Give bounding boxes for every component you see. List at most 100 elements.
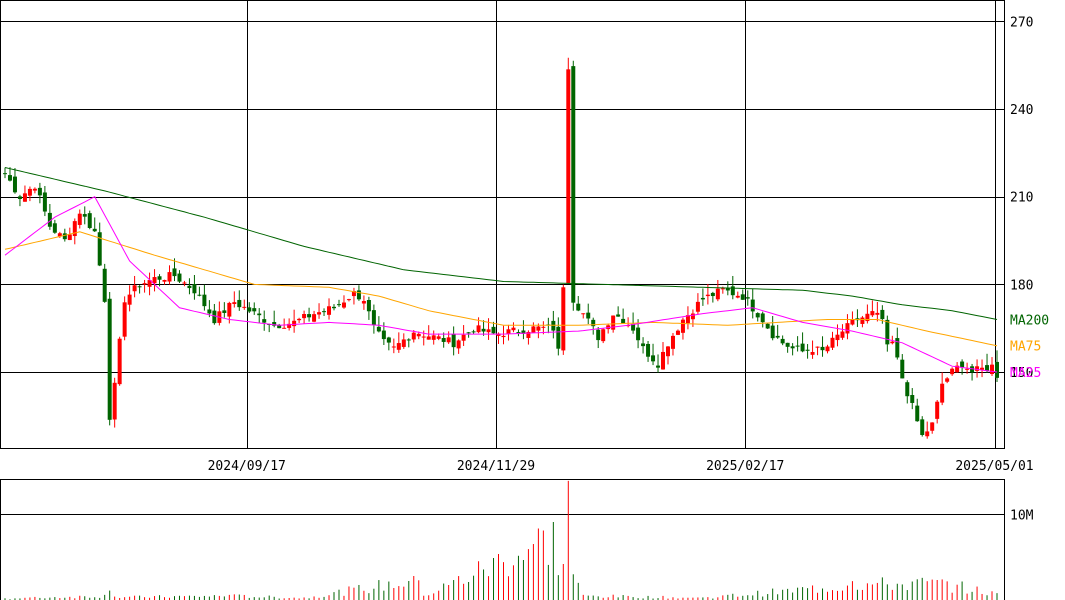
candle-body — [37, 187, 42, 196]
candle — [566, 57, 571, 284]
candle-body — [122, 302, 127, 337]
candle-body — [800, 343, 805, 352]
candle-body — [990, 364, 995, 375]
candle-body — [890, 341, 895, 344]
candle-body — [506, 329, 511, 334]
legend-ma25: MA25 — [1010, 366, 1041, 381]
candle-body — [561, 287, 566, 351]
candle-body — [765, 323, 770, 329]
candle-body — [421, 336, 426, 338]
candle-body — [466, 332, 471, 334]
candle-body — [297, 318, 302, 321]
candle-body — [940, 383, 945, 403]
candle-body — [82, 214, 87, 217]
candle-body — [880, 309, 885, 320]
candle-body — [755, 313, 760, 318]
candle-body — [511, 327, 516, 331]
candle-body — [835, 334, 840, 341]
candle-body — [386, 337, 391, 343]
candle-body — [182, 282, 187, 284]
candle-body — [237, 299, 242, 308]
candle-body — [262, 319, 267, 323]
candle-body — [536, 326, 541, 331]
candle-body — [596, 329, 601, 341]
candle-body — [332, 306, 337, 309]
price-tick-label: 210 — [1010, 191, 1033, 206]
candle-body — [322, 311, 327, 313]
candle-body — [7, 175, 12, 181]
candle-body — [925, 431, 930, 437]
candle-body — [920, 419, 925, 435]
candle — [601, 328, 606, 344]
candle-body — [381, 330, 386, 340]
candle-body — [92, 228, 97, 232]
candle-body — [840, 331, 845, 338]
candle — [117, 336, 122, 386]
candle-body — [680, 319, 685, 333]
candle-body — [945, 378, 950, 382]
candle-body — [586, 312, 591, 319]
candle-body — [805, 349, 810, 351]
candle-body — [845, 323, 850, 334]
candle-body — [646, 343, 651, 357]
candle-body — [341, 302, 346, 308]
candle-body — [815, 346, 820, 348]
candle-body — [745, 297, 750, 299]
candle-body — [750, 299, 755, 312]
candle-body — [690, 313, 695, 320]
stock-chart: 15018021024027010M2024/09/17 2024/11/29 20… — [0, 0, 1049, 600]
candle-body — [187, 285, 192, 289]
candle-body — [152, 277, 157, 284]
date-tick-label: 2024/09/17 — [208, 459, 286, 474]
candle-body — [207, 309, 212, 314]
candle-body — [396, 343, 401, 350]
candle-body — [22, 193, 27, 202]
candle-body — [317, 312, 322, 315]
candle — [561, 284, 566, 355]
candle-body — [785, 342, 790, 347]
candle-body — [715, 288, 720, 300]
candle-body — [282, 327, 287, 329]
candle-body — [77, 213, 82, 225]
candle-body — [142, 283, 147, 285]
candle-body — [710, 292, 715, 297]
candle — [107, 291, 112, 426]
candle-body — [830, 337, 835, 348]
candle-body — [705, 294, 710, 297]
candle-body — [960, 361, 965, 368]
candle-body — [232, 302, 237, 305]
candle-body — [935, 401, 940, 419]
candle-body — [197, 294, 202, 296]
candle-body — [905, 382, 910, 397]
candle-body — [411, 332, 416, 340]
candle-body — [616, 314, 621, 317]
candle-body — [371, 310, 376, 326]
candle-body — [695, 301, 700, 312]
candle-body — [32, 188, 37, 191]
candle-body — [950, 368, 955, 375]
candle-body — [576, 303, 581, 311]
candle — [87, 210, 92, 230]
candle-body — [775, 335, 780, 338]
candle-body — [157, 276, 162, 280]
candle-body — [675, 330, 680, 335]
candle-body — [670, 335, 675, 349]
candle-body — [456, 340, 461, 349]
candle-body — [3, 173, 7, 175]
candle-body — [107, 298, 112, 420]
candle — [102, 263, 107, 303]
candle-body — [406, 339, 411, 341]
candle-body — [431, 335, 436, 340]
candle-body — [202, 294, 207, 307]
candle-body — [651, 355, 656, 362]
candle-body — [471, 331, 476, 333]
candle-body — [825, 346, 830, 352]
candle-body — [461, 334, 466, 341]
candle-body — [327, 306, 332, 315]
candle-body — [760, 313, 765, 323]
candle-body — [665, 346, 670, 357]
candle-body — [212, 310, 217, 324]
candle-body — [780, 338, 785, 344]
candle-body — [860, 317, 865, 324]
candle-body — [636, 327, 641, 341]
